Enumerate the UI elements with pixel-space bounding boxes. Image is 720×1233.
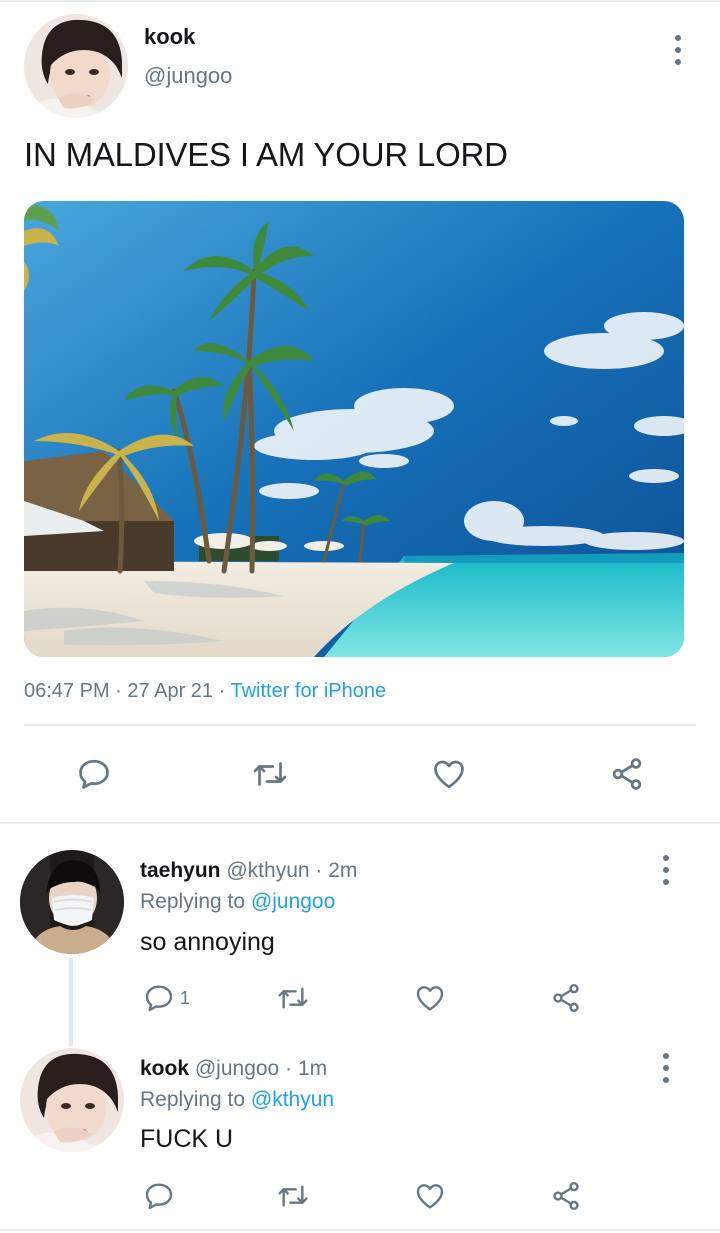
like-button[interactable] (430, 756, 468, 792)
author-name[interactable]: kook (144, 24, 195, 50)
replying-to-link[interactable]: @kthyun (251, 1088, 334, 1111)
reply-header: taehyun @kthyun · 2m (140, 859, 357, 883)
retweet-arrows-icon (278, 1185, 308, 1207)
more-options-button[interactable] (661, 1053, 671, 1083)
like-button[interactable] (413, 1180, 447, 1212)
reply-button[interactable]: 1 (143, 982, 190, 1014)
more-options-button[interactable] (673, 35, 683, 65)
reply-avatar[interactable] (20, 1048, 124, 1152)
tweet-meta: 06:47 PM · 27 Apr 21 · Twitter for iPhon… (24, 680, 386, 703)
tweet-photo[interactable] (24, 201, 684, 657)
meta-separator: · (218, 680, 226, 702)
top-divider (0, 0, 720, 2)
retweet-button[interactable] (251, 756, 289, 792)
reply-button[interactable] (143, 1180, 175, 1212)
meta-separator: · (115, 680, 122, 702)
retweet-arrows-icon (278, 987, 308, 1009)
heart-icon (416, 1184, 444, 1209)
share-button[interactable] (549, 1180, 583, 1212)
reply-count: 1 (180, 987, 191, 1008)
share-icon (553, 984, 579, 1012)
share-icon (553, 1182, 579, 1210)
reply-time: 2m (328, 859, 358, 882)
meta-separator: · (285, 1057, 293, 1080)
meta-separator: · (315, 859, 323, 882)
like-button[interactable] (413, 982, 447, 1014)
reply-author-name[interactable]: kook (140, 1057, 189, 1080)
reply-author-handle[interactable]: @jungoo (195, 1057, 279, 1080)
replying-to-label: Replying to (140, 1088, 246, 1111)
share-icon (612, 758, 642, 790)
retweet-button[interactable] (276, 982, 310, 1014)
bottom-divider (0, 1229, 720, 1231)
reply-author-handle[interactable]: @kthyun (226, 859, 309, 882)
thread-connector-line (69, 958, 73, 1046)
divider (24, 724, 696, 726)
share-button[interactable] (549, 982, 583, 1014)
author-handle[interactable]: @jungoo (144, 63, 232, 89)
share-button[interactable] (608, 756, 646, 792)
reply-avatar[interactable] (20, 850, 124, 954)
replying-to-link[interactable]: @jungoo (251, 890, 335, 913)
replying-to: Replying to @jungoo (140, 890, 335, 914)
reply-text: so annoying (140, 928, 275, 956)
reply-text: FUCK U (140, 1125, 234, 1153)
tweet-source-link[interactable]: Twitter for iPhone (230, 680, 386, 702)
retweet-button[interactable] (276, 1180, 310, 1212)
reply-author-name[interactable]: taehyun (140, 859, 221, 882)
replying-to-label: Replying to (140, 890, 246, 913)
replying-to: Replying to @kthyun (140, 1088, 334, 1112)
retweet-arrows-icon (253, 762, 287, 786)
author-avatar[interactable] (24, 14, 128, 118)
tweet-text: IN MALDIVES I AM YOUR LORD (24, 136, 508, 173)
tweet-date: 27 Apr 21 (127, 680, 214, 702)
reply-header: kook @jungoo · 1m (140, 1057, 327, 1081)
more-options-button[interactable] (661, 855, 671, 885)
reply-button[interactable] (76, 756, 112, 792)
section-divider (0, 822, 720, 824)
comment-bubble-icon (145, 985, 173, 1012)
heart-icon (416, 986, 444, 1011)
heart-icon (434, 760, 464, 789)
comment-bubble-icon (79, 759, 109, 789)
reply-time: 1m (297, 1057, 328, 1080)
tweet-time: 06:47 PM (24, 680, 110, 702)
comment-bubble-icon (145, 1183, 173, 1210)
